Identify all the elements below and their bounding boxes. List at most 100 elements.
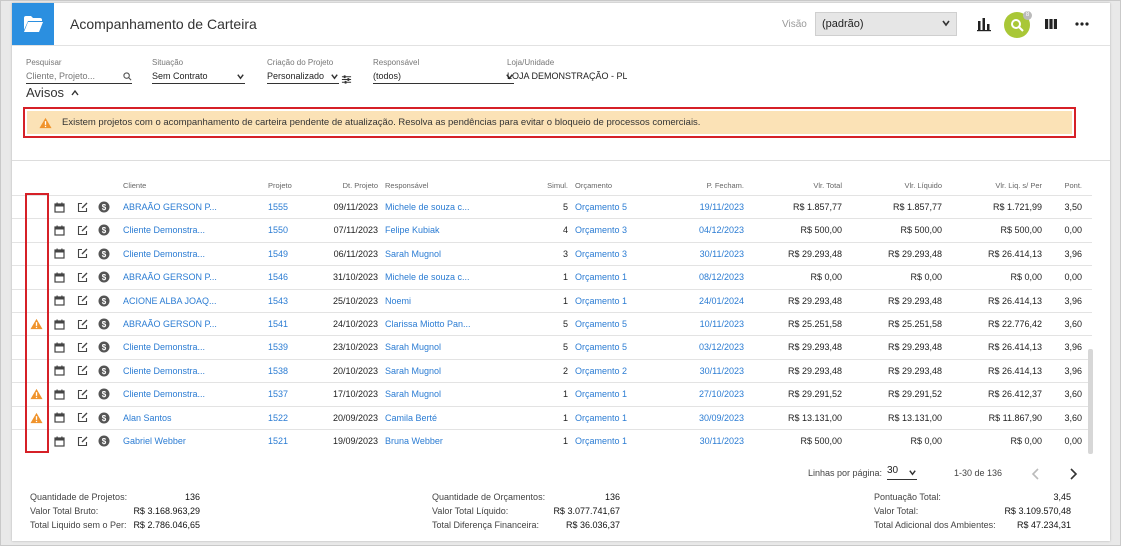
cell-orcamento[interactable]: Orçamento 5 bbox=[575, 342, 627, 352]
cell-p-fecham[interactable]: 08/12/2023 bbox=[692, 272, 744, 282]
cell-cliente[interactable]: ACIONE ALBA JOAQ... bbox=[123, 296, 217, 306]
cell-projeto[interactable]: 1521 bbox=[268, 436, 288, 446]
cell-cliente[interactable]: Cliente Demonstra... bbox=[123, 389, 205, 399]
cell-projeto[interactable]: 1522 bbox=[268, 413, 288, 423]
money-icon[interactable]: $ bbox=[97, 223, 111, 237]
money-icon[interactable]: $ bbox=[97, 247, 111, 261]
money-icon[interactable]: $ bbox=[97, 411, 111, 425]
loja-value[interactable]: LOJA DEMONSTRAÇÃO - PL... bbox=[507, 71, 627, 84]
edit-icon[interactable] bbox=[75, 270, 89, 284]
cell-projeto[interactable]: 1546 bbox=[268, 272, 288, 282]
edit-icon[interactable] bbox=[75, 317, 89, 331]
col-cliente[interactable]: Cliente bbox=[123, 181, 146, 190]
calendar-icon[interactable] bbox=[52, 387, 66, 401]
edit-icon[interactable] bbox=[75, 387, 89, 401]
next-page-button[interactable] bbox=[1068, 467, 1078, 485]
money-icon[interactable]: $ bbox=[97, 294, 111, 308]
cell-projeto[interactable]: 1541 bbox=[268, 319, 288, 329]
cell-cliente[interactable]: ABRAÃO GERSON P... bbox=[123, 319, 217, 329]
criacao-select[interactable]: Personalizado bbox=[267, 71, 339, 84]
calendar-icon[interactable] bbox=[52, 411, 66, 425]
more-menu-button[interactable] bbox=[1070, 12, 1094, 36]
cell-projeto[interactable]: 1550 bbox=[268, 225, 288, 235]
calendar-icon[interactable] bbox=[52, 364, 66, 378]
calendar-icon[interactable] bbox=[52, 317, 66, 331]
cell-cliente[interactable]: Cliente Demonstra... bbox=[123, 225, 205, 235]
visao-select[interactable]: (padrão) bbox=[815, 12, 957, 36]
edit-icon[interactable] bbox=[75, 364, 89, 378]
col-p-fecham[interactable]: P. Fecham. bbox=[692, 181, 744, 190]
situacao-select[interactable]: Sem Contrato bbox=[152, 71, 245, 84]
cell-orcamento[interactable]: Orçamento 1 bbox=[575, 296, 627, 306]
edit-icon[interactable] bbox=[75, 340, 89, 354]
cell-p-fecham[interactable]: 30/11/2023 bbox=[692, 436, 744, 446]
edit-icon[interactable] bbox=[75, 247, 89, 261]
rows-per-page-select[interactable]: 30 bbox=[887, 465, 917, 480]
edit-icon[interactable] bbox=[75, 411, 89, 425]
cell-projeto[interactable]: 1538 bbox=[268, 366, 288, 376]
edit-icon[interactable] bbox=[75, 200, 89, 214]
calendar-icon[interactable] bbox=[52, 340, 66, 354]
cell-p-fecham[interactable]: 10/11/2023 bbox=[692, 319, 744, 329]
cell-responsavel[interactable]: Felipe Kubiak bbox=[385, 225, 440, 235]
cell-p-fecham[interactable]: 30/11/2023 bbox=[692, 366, 744, 376]
cell-orcamento[interactable]: Orçamento 3 bbox=[575, 249, 627, 259]
edit-icon[interactable] bbox=[75, 223, 89, 237]
cell-responsavel[interactable]: Noemi bbox=[385, 296, 411, 306]
cell-responsavel[interactable]: Michele de souza c... bbox=[385, 272, 470, 282]
edit-icon[interactable] bbox=[75, 294, 89, 308]
calendar-icon[interactable] bbox=[52, 270, 66, 284]
table-row[interactable]: $ Cliente Demonstra... 1539 23/10/2023 Sarah… bbox=[12, 335, 1092, 358]
cell-orcamento[interactable]: Orçamento 2 bbox=[575, 366, 627, 376]
calendar-icon[interactable] bbox=[52, 223, 66, 237]
money-icon[interactable]: $ bbox=[97, 340, 111, 354]
cell-orcamento[interactable]: Orçamento 5 bbox=[575, 319, 627, 329]
money-icon[interactable]: $ bbox=[97, 200, 111, 214]
col-simul[interactable]: Simul. bbox=[532, 181, 568, 190]
calendar-icon[interactable] bbox=[52, 294, 66, 308]
cell-projeto[interactable]: 1537 bbox=[268, 389, 288, 399]
table-row[interactable]: $ Cliente Demonstra... 1538 20/10/2023 Sarah… bbox=[12, 358, 1092, 382]
calendar-icon[interactable] bbox=[52, 247, 66, 261]
cell-orcamento[interactable]: Orçamento 3 bbox=[575, 225, 627, 235]
search-input[interactable]: Cliente, Projeto... bbox=[26, 71, 132, 84]
cell-projeto[interactable]: 1555 bbox=[268, 202, 288, 212]
chart-button[interactable] bbox=[972, 12, 996, 36]
edit-icon[interactable] bbox=[75, 434, 89, 448]
cell-p-fecham[interactable]: 24/01/2024 bbox=[692, 296, 744, 306]
scrollbar[interactable] bbox=[1088, 349, 1093, 454]
cell-p-fecham[interactable]: 03/12/2023 bbox=[692, 342, 744, 352]
cell-orcamento[interactable]: Orçamento 1 bbox=[575, 413, 627, 423]
money-icon[interactable]: $ bbox=[97, 434, 111, 448]
table-row[interactable]: $ Cliente Demonstra... 1537 17/10/2023 Sarah… bbox=[12, 382, 1092, 405]
cell-cliente[interactable]: Alan Santos bbox=[123, 413, 172, 423]
table-row[interactable]: $ Gabriel Webber 1521 19/09/2023 Bruna Webbe… bbox=[12, 429, 1092, 452]
cell-p-fecham[interactable]: 19/11/2023 bbox=[692, 202, 744, 212]
cell-cliente[interactable]: Cliente Demonstra... bbox=[123, 366, 205, 376]
cell-p-fecham[interactable]: 30/11/2023 bbox=[692, 249, 744, 259]
calendar-icon[interactable] bbox=[52, 200, 66, 214]
money-icon[interactable]: $ bbox=[97, 270, 111, 284]
cell-orcamento[interactable]: Orçamento 1 bbox=[575, 436, 627, 446]
cell-projeto[interactable]: 1539 bbox=[268, 342, 288, 352]
folder-icon[interactable] bbox=[12, 3, 54, 45]
cell-p-fecham[interactable]: 30/09/2023 bbox=[692, 413, 744, 423]
table-row[interactable]: $ Cliente Demonstra... 1549 06/11/2023 Sarah… bbox=[12, 241, 1092, 265]
col-vlr-liq-per[interactable]: Vlr. Liq. s/ Per bbox=[962, 181, 1042, 190]
table-row[interactable]: $ ABRAÃO GERSON P... 1541 24/10/2023 Clariss… bbox=[12, 312, 1092, 335]
cell-orcamento[interactable]: Orçamento 1 bbox=[575, 389, 627, 399]
col-orcamento[interactable]: Orçamento bbox=[575, 181, 612, 190]
table-row[interactable]: $ Alan Santos 1522 20/09/2023 Camila Berté 1 O… bbox=[12, 405, 1092, 429]
cell-cliente[interactable]: Cliente Demonstra... bbox=[123, 249, 205, 259]
col-projeto[interactable]: Projeto bbox=[268, 181, 292, 190]
cell-orcamento[interactable]: Orçamento 5 bbox=[575, 202, 627, 212]
money-icon[interactable]: $ bbox=[97, 364, 111, 378]
col-responsavel[interactable]: Responsável bbox=[385, 181, 428, 190]
money-icon[interactable]: $ bbox=[97, 387, 111, 401]
cell-orcamento[interactable]: Orçamento 1 bbox=[575, 272, 627, 282]
cell-cliente[interactable]: ABRAÃO GERSON P... bbox=[123, 202, 217, 212]
cell-p-fecham[interactable]: 27/10/2023 bbox=[692, 389, 744, 399]
col-vlr-total[interactable]: Vlr. Total bbox=[772, 181, 842, 190]
prev-page-button[interactable] bbox=[1031, 467, 1041, 485]
cell-projeto[interactable]: 1543 bbox=[268, 296, 288, 306]
